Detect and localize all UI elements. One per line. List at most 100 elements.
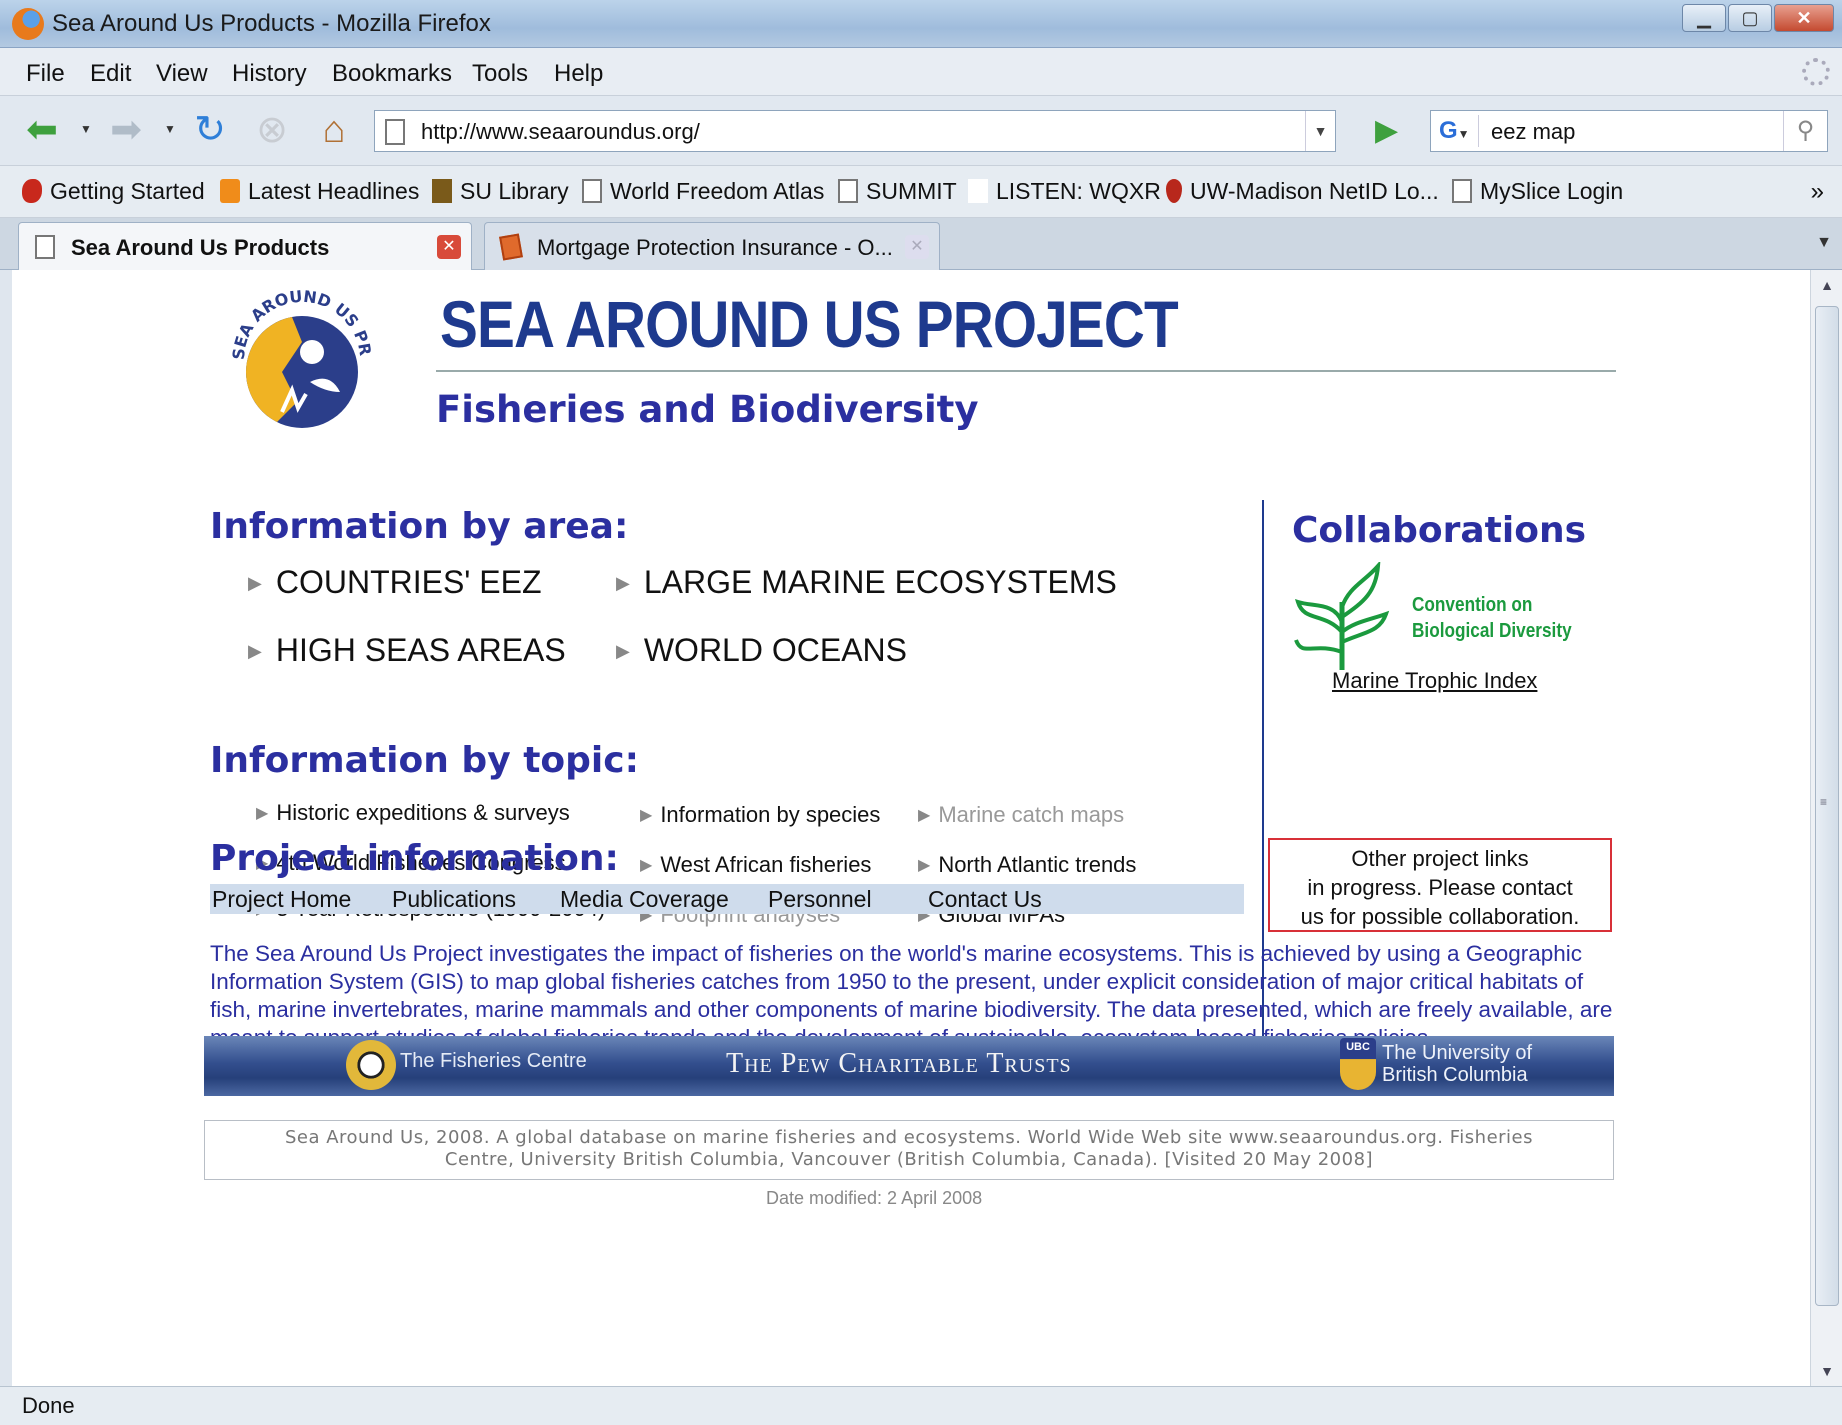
status-bar: Done: [0, 1386, 1842, 1425]
pew-charitable-trusts-link[interactable]: The Pew Charitable Trusts: [726, 1048, 1072, 1080]
menu-help[interactable]: Help: [554, 60, 603, 88]
bookmark-getting-started[interactable]: Getting Started: [22, 178, 205, 205]
page-icon: [385, 119, 405, 145]
triangle-bullet-icon: ▶: [616, 573, 630, 593]
bookmark-summit[interactable]: SUMMIT: [838, 178, 957, 205]
maximize-button[interactable]: ▢: [1728, 4, 1772, 32]
tab-sea-around-us-products[interactable]: Sea Around Us Products ✕: [18, 222, 472, 270]
topic-link-marine-catch-maps: ▶ Marine catch maps: [918, 802, 1125, 827]
tab-bar: Sea Around Us Products ✕ Mortgage Protec…: [0, 218, 1842, 270]
title-divider: [436, 370, 1616, 372]
tab-label: Mortgage Protection Insurance - O...: [537, 235, 893, 260]
project-heading: Project information:: [210, 838, 619, 879]
bookmark-su-library[interactable]: SU Library: [432, 178, 569, 205]
page-content: SEA AROUND US PROJECT SEA AROUND US PROJ…: [12, 270, 1810, 1386]
forward-history-dropdown-icon[interactable]: ▼: [164, 122, 176, 136]
engine-dropdown-icon: ▼: [1457, 127, 1470, 141]
tab-mortgage-protection[interactable]: Mortgage Protection Insurance - O... ✕: [484, 222, 940, 270]
bookmark-listen-wqxr[interactable]: LISTEN: WQXR: [968, 178, 1161, 205]
tab-close-icon[interactable]: ✕: [437, 235, 461, 259]
menu-edit[interactable]: Edit: [90, 60, 131, 88]
window-controls: ▁ ▢ ✕: [1682, 4, 1834, 32]
close-button[interactable]: ✕: [1774, 4, 1834, 32]
bookmark-latest-headlines[interactable]: Latest Headlines: [220, 178, 419, 205]
menu-view[interactable]: View: [156, 60, 208, 88]
page-icon: [838, 179, 858, 203]
forward-arrow-icon[interactable]: ➡: [104, 108, 148, 152]
area-link-large-marine-ecosystems[interactable]: ▶ LARGE MARINE ECOSYSTEMS: [616, 564, 1117, 601]
menu-tools[interactable]: Tools: [472, 60, 528, 88]
window-title: Sea Around Us Products - Mozilla Firefox: [52, 10, 491, 37]
project-link-publications[interactable]: Publications: [392, 886, 516, 913]
status-text: Done: [22, 1393, 75, 1418]
bookmarks-toolbar: Getting Started Latest Headlines SU Libr…: [0, 166, 1842, 218]
go-arrow-icon[interactable]: ▶: [1375, 114, 1405, 148]
home-icon[interactable]: ⌂: [312, 108, 356, 152]
topic-link-west-african-fisheries[interactable]: ▶ West African fisheries: [640, 852, 871, 878]
address-dropdown-icon[interactable]: ▼: [1305, 111, 1335, 151]
site-subtitle: Fisheries and Biodiversity: [436, 388, 979, 431]
sponsor-banner: The Fisheries Centre The Pew Charitable …: [204, 1036, 1614, 1096]
sea-around-us-logo[interactable]: SEA AROUND US PROJECT: [222, 282, 382, 442]
project-nav-bar: Project Home Publications Media Coverage…: [210, 884, 1244, 914]
firefox-icon: [12, 8, 44, 40]
search-icon[interactable]: ⚲: [1783, 111, 1827, 151]
triangle-bullet-icon: ▶: [640, 857, 653, 874]
scroll-up-arrow-icon[interactable]: ▲: [1811, 270, 1842, 300]
area-link-high-seas-areas[interactable]: ▶ HIGH SEAS AREAS: [248, 632, 566, 669]
cbd-label[interactable]: Convention on Biological Diversity: [1412, 592, 1572, 644]
fisheries-centre-globe-icon: [346, 1040, 396, 1090]
vertical-scrollbar[interactable]: ▲ ≡ ▼: [1810, 270, 1842, 1386]
scroll-grip-icon: ≡: [1820, 795, 1828, 809]
area-link-world-oceans[interactable]: ▶ WORLD OCEANS: [616, 632, 907, 669]
menu-bookmarks[interactable]: Bookmarks: [332, 60, 452, 88]
triangle-bullet-icon: ▶: [640, 807, 653, 824]
topic-link-north-atlantic-trends[interactable]: ▶ North Atlantic trends: [918, 852, 1136, 878]
bookmarks-overflow-chevron-icon[interactable]: »: [1811, 178, 1824, 206]
ubc-crest-icon: UBC: [1340, 1038, 1376, 1090]
menu-file[interactable]: File: [26, 60, 65, 88]
project-link-home[interactable]: Project Home: [212, 886, 351, 913]
triangle-bullet-icon: ▶: [256, 805, 269, 822]
library-icon: [432, 179, 452, 203]
page-icon: [1452, 179, 1472, 203]
cbd-leaf-icon[interactable]: [1294, 562, 1394, 672]
project-link-media-coverage[interactable]: Media Coverage: [560, 886, 729, 913]
topic-heading: Information by topic:: [210, 740, 639, 781]
tab-list-dropdown-icon[interactable]: ▼: [1816, 234, 1832, 252]
title-bar: Sea Around Us Products - Mozilla Firefox…: [0, 0, 1842, 48]
topic-link-historic-expeditions[interactable]: ▶ Historic expeditions & surveys: [256, 800, 570, 826]
scroll-down-arrow-icon[interactable]: ▼: [1811, 1356, 1842, 1386]
bookmark-uw-madison-netid[interactable]: UW-Madison NetID Lo...: [1166, 178, 1439, 205]
ubc-link[interactable]: The University of British Columbia: [1382, 1042, 1532, 1086]
area-link-countries-eez[interactable]: ▶ COUNTRIES' EEZ: [248, 564, 542, 601]
minimize-button[interactable]: ▁: [1682, 4, 1726, 32]
project-link-personnel[interactable]: Personnel: [768, 886, 872, 913]
marine-trophic-index-link[interactable]: Marine Trophic Index: [1332, 668, 1537, 694]
area-heading: Information by area:: [210, 506, 629, 547]
site-title: SEA AROUND US PROJECT: [440, 287, 1179, 361]
menu-bar: File Edit View History Bookmarks Tools H…: [0, 48, 1842, 96]
house-icon: [499, 233, 523, 261]
bookmark-world-freedom-atlas[interactable]: World Freedom Atlas: [582, 178, 824, 205]
navigation-toolbar: ⬅ ▼ ➡ ▼ ↻ ⊗ ⌂ http://www.seaaroundus.org…: [0, 96, 1842, 166]
tab-close-icon[interactable]: ✕: [905, 235, 929, 259]
triangle-bullet-icon: ▶: [248, 641, 262, 661]
address-bar[interactable]: http://www.seaaroundus.org/ ▼: [374, 110, 1336, 152]
back-arrow-icon[interactable]: ⬅: [20, 108, 64, 152]
page-icon: [582, 179, 602, 203]
reload-icon[interactable]: ↻: [188, 108, 232, 152]
project-link-contact-us[interactable]: Contact Us: [928, 886, 1042, 913]
menu-history[interactable]: History: [232, 60, 307, 88]
address-bar-url[interactable]: http://www.seaaroundus.org/: [421, 119, 700, 145]
stop-icon[interactable]: ⊗: [250, 108, 294, 152]
collaborations-heading: Collaborations: [1292, 510, 1587, 551]
topic-link-information-by-species[interactable]: ▶ Information by species: [640, 802, 880, 828]
back-history-dropdown-icon[interactable]: ▼: [80, 122, 92, 136]
search-input[interactable]: eez map: [1491, 119, 1575, 145]
google-icon: G: [1439, 117, 1458, 144]
fisheries-centre-link[interactable]: The Fisheries Centre: [400, 1050, 587, 1073]
search-engine-selector[interactable]: G▼: [1435, 115, 1479, 147]
bookmark-myslice-login[interactable]: MySlice Login: [1452, 178, 1623, 205]
search-box[interactable]: G▼ eez map ⚲: [1430, 110, 1828, 152]
